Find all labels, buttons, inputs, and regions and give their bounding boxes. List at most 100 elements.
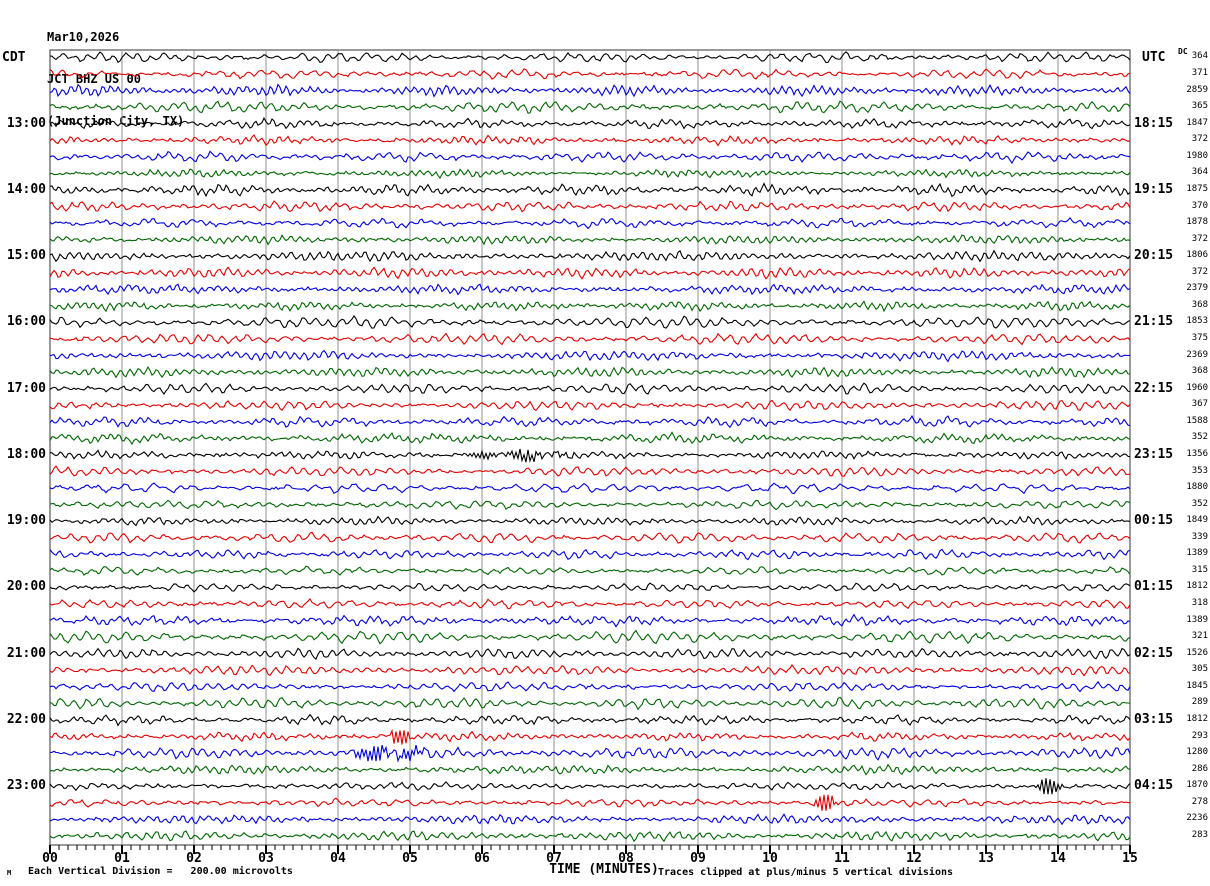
corner-mark: M	[7, 869, 12, 877]
seismogram-trace-row-21	[49, 399, 1131, 412]
dc-value: 365	[1191, 101, 1208, 112]
seismogram-trace-row-36	[49, 647, 1131, 661]
hour-label-left: 14:00	[6, 181, 46, 197]
seismogram-trace-row-35	[49, 629, 1131, 645]
dc-value: 2369	[1186, 349, 1208, 360]
seismogram-trace-row-24	[49, 448, 1131, 463]
hour-label-left: 20:00	[6, 579, 46, 595]
dc-value: 1847	[1186, 117, 1208, 128]
seismogram-trace-row-26	[49, 482, 1131, 495]
seismogram-trace-row-5	[49, 134, 1131, 147]
dc-value: 1980	[1186, 150, 1208, 161]
seismogram-trace-row-29	[49, 531, 1131, 544]
seismogram-trace-row-42	[49, 744, 1131, 763]
seismogram-trace-row-44	[49, 778, 1131, 795]
hour-label-left: 16:00	[6, 314, 46, 330]
seismogram-trace-row-37	[49, 664, 1131, 677]
dc-value: 1526	[1186, 647, 1208, 658]
dc-value: 278	[1191, 796, 1208, 807]
dc-value: 353	[1191, 465, 1208, 476]
dc-value: 371	[1191, 68, 1208, 79]
seismogram-trace-row-41	[49, 728, 1131, 745]
dc-value: 1849	[1186, 515, 1208, 526]
seismogram-trace-row-32	[49, 582, 1131, 593]
seismogram-trace-row-3	[49, 100, 1131, 114]
seismogram-trace-row-20	[49, 382, 1131, 395]
dc-value: 364	[1191, 167, 1208, 178]
dc-value: 368	[1191, 299, 1208, 310]
x-tick-label: 10	[762, 851, 778, 866]
seismogram-trace-row-34	[49, 613, 1131, 628]
dc-value: 1280	[1186, 747, 1208, 758]
seismogram-trace-row-28	[49, 515, 1131, 527]
x-tick-label: 01	[114, 851, 130, 866]
dc-value: 1389	[1186, 614, 1208, 625]
dc-value: 1812	[1186, 713, 1208, 724]
dc-value: 2859	[1186, 84, 1208, 95]
seismogram-trace-row-47	[49, 830, 1131, 843]
dc-value: 318	[1191, 598, 1208, 609]
x-tick-label: 11	[834, 851, 850, 866]
dc-value: 1845	[1186, 680, 1208, 691]
seismogram-trace-row-33	[49, 597, 1131, 610]
seismogram-trace-row-10	[49, 216, 1131, 230]
x-tick-label: 00	[42, 851, 58, 866]
x-tick-label: 15	[1122, 851, 1138, 866]
hour-label-left: 19:00	[6, 513, 46, 529]
dc-value: 293	[1191, 730, 1208, 741]
seismogram-trace-row-13	[49, 266, 1131, 280]
seismogram-trace-row-7	[49, 168, 1131, 179]
dc-value: 1853	[1186, 316, 1208, 327]
seismogram-trace-row-0	[49, 51, 1131, 64]
plot-frame	[49, 49, 1131, 846]
dc-value: 372	[1191, 134, 1208, 145]
dc-value: 352	[1191, 432, 1208, 443]
seismogram-trace-row-45	[49, 794, 1131, 811]
seismogram-trace-row-9	[49, 200, 1131, 213]
x-tick-label: 13	[978, 851, 994, 866]
seismogram-trace-row-46	[49, 813, 1131, 826]
dc-value: 1870	[1186, 780, 1208, 791]
dc-value: 305	[1191, 664, 1208, 675]
dc-value: 1356	[1186, 448, 1208, 459]
x-tick-label: 03	[258, 851, 274, 866]
dc-value: 1389	[1186, 548, 1208, 559]
vertical-scale-note: Each Vertical Division = 200.00 microvol…	[28, 866, 293, 877]
seismogram-plot	[49, 49, 1131, 854]
seismogram-trace-row-2	[49, 83, 1131, 98]
hour-label-left: 21:00	[6, 645, 46, 661]
seismogram-trace-row-19	[49, 365, 1131, 379]
hour-label-left: 15:00	[6, 248, 46, 264]
dc-value: 1880	[1186, 482, 1208, 493]
seismogram-trace-row-15	[49, 300, 1131, 313]
seismogram-trace-row-27	[49, 499, 1131, 511]
hour-label-left: 13:00	[6, 115, 46, 131]
dc-value: 1878	[1186, 217, 1208, 228]
seismogram-trace-row-25	[49, 465, 1131, 477]
seismogram-trace-row-31	[49, 565, 1131, 576]
seismogram-trace-row-8	[49, 182, 1131, 198]
seismogram-trace-row-11	[49, 234, 1131, 246]
seismogram-trace-row-17	[49, 332, 1131, 346]
seismogram-trace-row-18	[49, 349, 1131, 363]
seismogram-trace-row-16	[49, 314, 1131, 329]
seismogram-trace-row-38	[49, 680, 1131, 693]
dc-value: 339	[1191, 531, 1208, 542]
x-tick-label: 14	[1050, 851, 1066, 866]
dc-value: 367	[1191, 399, 1208, 410]
dc-value: 372	[1191, 233, 1208, 244]
clip-note: Traces clipped at plus/minus 5 vertical …	[658, 867, 954, 878]
seismogram-trace-row-4	[49, 116, 1131, 130]
seismogram-trace-row-39	[49, 696, 1131, 711]
seismogram-trace-row-22	[49, 414, 1131, 429]
dc-value: 321	[1191, 631, 1208, 642]
x-tick-label: 04	[330, 851, 346, 866]
heliplot-screen: Mar10,2026 JCT BHZ US 00 (Junction City,…	[0, 0, 1210, 886]
dc-value: 370	[1191, 200, 1208, 211]
seismogram-trace-row-14	[49, 283, 1131, 296]
seismogram-trace-row-43	[49, 763, 1131, 776]
hour-label-left: 17:00	[6, 380, 46, 396]
dc-value: 1588	[1186, 415, 1208, 426]
dc-value: 289	[1191, 697, 1208, 708]
dc-value: 1875	[1186, 183, 1208, 194]
